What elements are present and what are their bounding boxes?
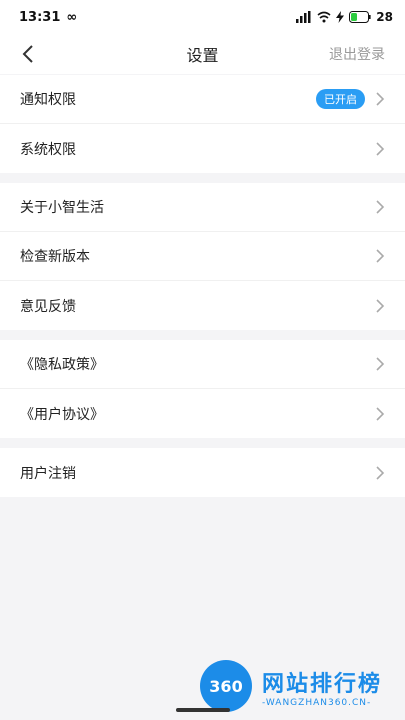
header: 设置 退出登录	[0, 34, 405, 74]
charging-icon	[336, 11, 345, 23]
chevron-right-icon	[376, 92, 385, 106]
watermark-subtitle: -WANGZHAN360.CN-	[262, 698, 372, 708]
permissions-group: 通知权限 已开启 系统权限	[0, 75, 405, 173]
page-title: 设置	[186, 46, 219, 65]
settings-row-cancel-account[interactable]: 用户注销	[0, 448, 405, 497]
signal-icon	[296, 11, 311, 23]
settings-row-notification-permission[interactable]: 通知权限 已开启	[0, 75, 405, 124]
info-group: 关于小智生活 检查新版本 意见反馈	[0, 183, 405, 330]
settings-row-privacy-policy[interactable]: 《隐私政策》	[0, 340, 405, 389]
chevron-right-icon	[376, 465, 385, 480]
chevron-right-icon	[376, 357, 385, 371]
settings-row-feedback[interactable]: 意见反馈	[0, 281, 405, 330]
wifi-icon	[317, 11, 331, 23]
status-badge: 已开启	[316, 89, 365, 109]
back-arrow-icon[interactable]	[18, 43, 40, 65]
settings-row-about[interactable]: 关于小智生活	[0, 183, 405, 232]
policy-group: 《隐私政策》 《用户协议》	[0, 340, 405, 438]
chevron-right-icon	[376, 200, 385, 214]
chevron-right-icon	[376, 406, 385, 421]
infinity-icon: ∞	[66, 9, 78, 25]
settings-row-user-agreement[interactable]: 《用户协议》	[0, 389, 405, 438]
account-group: 用户注销	[0, 448, 405, 497]
logout-button[interactable]: 退出登录	[329, 44, 385, 64]
chevron-right-icon	[376, 298, 385, 313]
status-bar: 13:31 ∞ 28	[0, 0, 405, 34]
watermark-logo-icon: 360	[200, 660, 252, 712]
settings-row-system-permission[interactable]: 系统权限	[0, 124, 405, 173]
settings-row-check-update[interactable]: 检查新版本	[0, 232, 405, 281]
status-time: 13:31	[19, 9, 61, 25]
watermark-title: 网站排行榜	[262, 672, 383, 697]
home-indicator[interactable]	[176, 708, 230, 712]
battery-level: 28	[376, 10, 393, 24]
battery-icon	[349, 11, 371, 23]
chevron-right-icon	[376, 141, 385, 156]
chevron-right-icon	[376, 249, 385, 263]
